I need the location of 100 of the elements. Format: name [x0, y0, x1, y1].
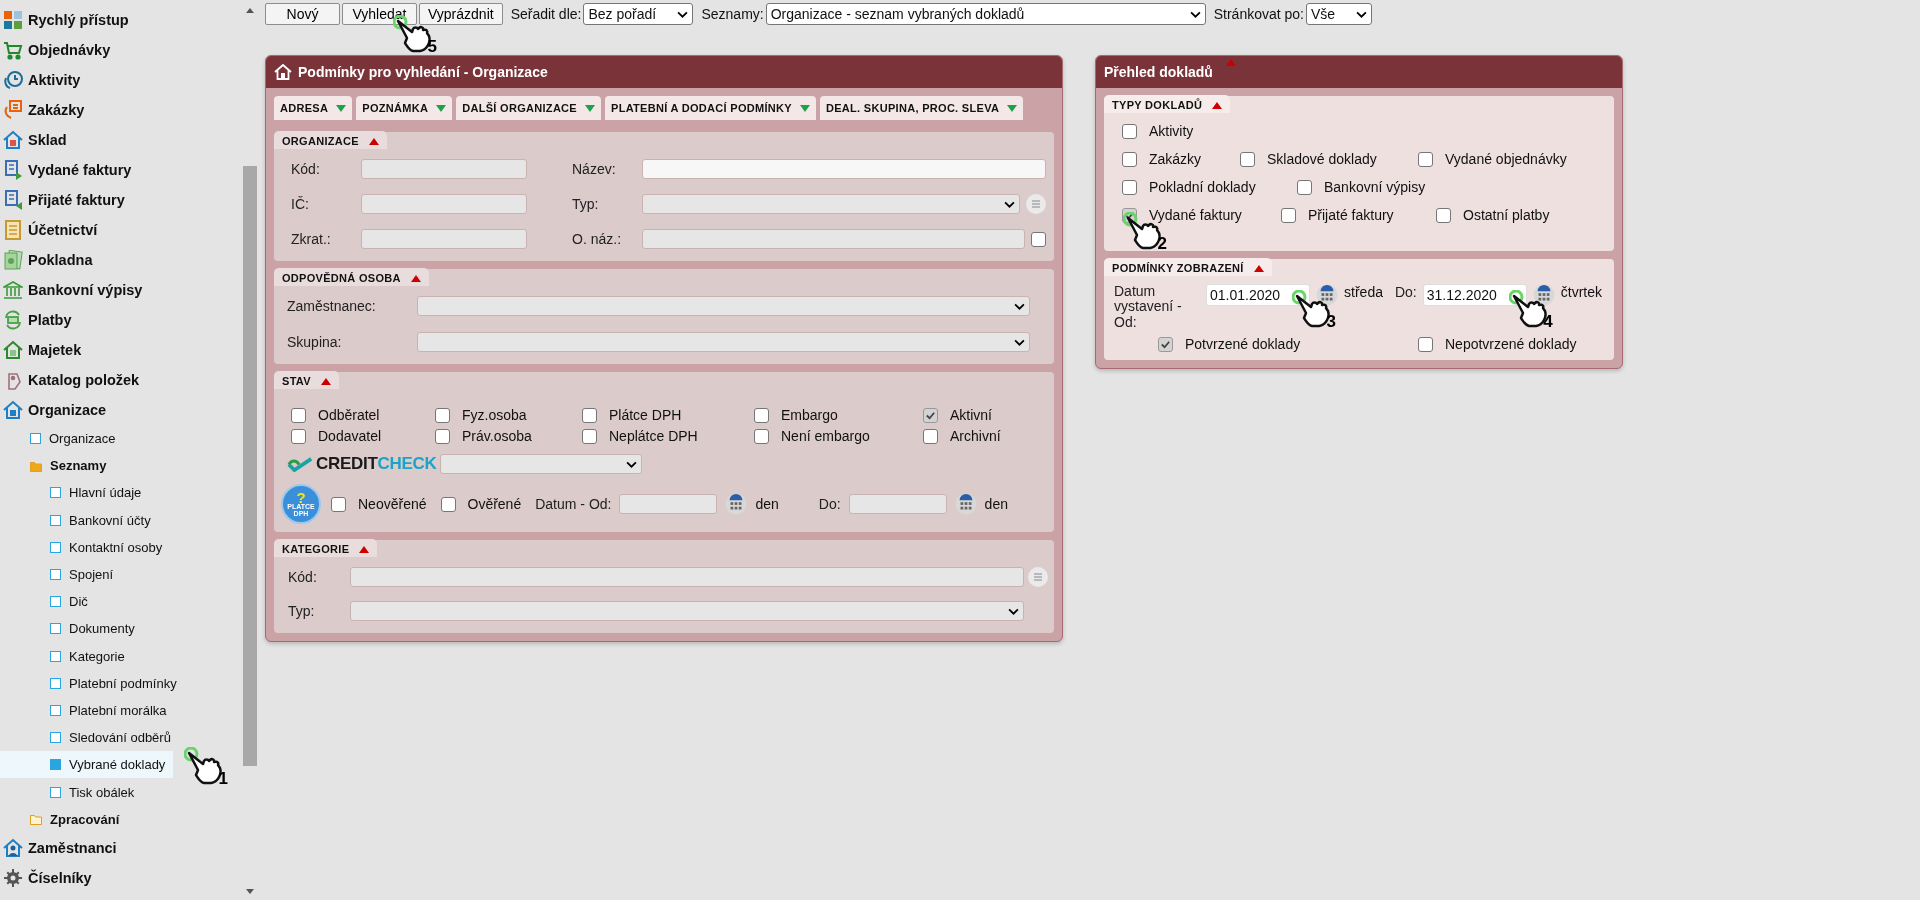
checkbox[interactable]: [1297, 179, 1312, 195]
tree-item[interactable]: Bankovní účty: [0, 506, 159, 534]
checkbox[interactable]: [1418, 336, 1433, 352]
checkbox[interactable]: [1418, 151, 1433, 167]
calendar-icon[interactable]: [1316, 284, 1339, 306]
checkbox-label: Fyz.osoba: [462, 407, 527, 423]
calendar-icon[interactable]: [1532, 284, 1555, 306]
checkbox[interactable]: [1436, 207, 1451, 223]
sidebar-item[interactable]: Katalog položek: [0, 365, 242, 395]
tree-folder[interactable]: Zpracování: [0, 805, 242, 833]
tree-item[interactable]: Vybrané doklady: [0, 751, 174, 779]
toolbar-button[interactable]: Vyprázdnit: [419, 3, 503, 25]
sidebar-item[interactable]: Číselníky: [0, 862, 242, 893]
sidebar-item[interactable]: Vydané faktury: [0, 155, 242, 185]
checkbox[interactable]: [1122, 123, 1137, 139]
toolbar-button[interactable]: Nový: [265, 3, 340, 25]
tree-item[interactable]: Kontaktní osoby: [0, 533, 171, 561]
date-field[interactable]: [848, 494, 947, 514]
tiles-icon: [3, 10, 23, 30]
tree-item[interactable]: Tisk obálek: [0, 778, 143, 806]
field-label: Zkrat.:: [291, 231, 332, 247]
section-tab[interactable]: DALŠÍ ORGANIZACE: [456, 96, 601, 120]
date-field[interactable]: 01.01.2020: [1206, 284, 1311, 306]
section-tab[interactable]: POZNÁMKA: [356, 96, 453, 120]
sidebar-item[interactable]: Přijaté faktury: [0, 185, 242, 215]
dropdown-label: Seřadit dle:: [510, 6, 582, 22]
collapse-arrow-icon[interactable]: [1253, 264, 1264, 272]
checkbox[interactable]: [435, 428, 450, 444]
toolbar-button[interactable]: Vyhledat: [342, 3, 417, 25]
checkbox[interactable]: [923, 428, 938, 444]
tree-item[interactable]: Platební podmínky: [0, 669, 185, 697]
checkbox[interactable]: [582, 428, 597, 444]
checkbox[interactable]: [291, 428, 306, 444]
tree-item[interactable]: Dokumenty: [0, 615, 143, 643]
text-field[interactable]: [361, 159, 527, 179]
square-icon: [50, 759, 61, 771]
collapse-arrow-icon[interactable]: [320, 377, 331, 385]
tree-item[interactable]: Organizace: [0, 425, 242, 453]
sidebar-item[interactable]: Platby: [0, 305, 242, 335]
collapse-arrow-icon[interactable]: [368, 137, 379, 145]
tree-item[interactable]: Platební morálka: [0, 696, 175, 725]
sidebar-item[interactable]: Sklad: [0, 125, 242, 155]
checkbox[interactable]: [291, 407, 306, 423]
checkbox[interactable]: [435, 407, 450, 423]
sidebar-item[interactable]: Zaměstnanci: [0, 832, 242, 863]
text-field[interactable]: [350, 567, 1024, 587]
creditcheck-logo: CREDITCHECK: [286, 454, 437, 474]
checkbox[interactable]: [1281, 207, 1296, 223]
house-icon: [3, 400, 23, 420]
sidebar-item[interactable]: Účetnictví: [0, 215, 242, 245]
field-label: Do:: [818, 496, 841, 512]
date-field[interactable]: [619, 494, 718, 514]
text-field[interactable]: [642, 159, 1046, 179]
text-field[interactable]: [361, 194, 527, 214]
scrollbar-thumb[interactable]: [243, 166, 257, 766]
checkbox[interactable]: [923, 407, 938, 423]
collapse-arrow-icon[interactable]: [359, 545, 370, 553]
checkbox[interactable]: [582, 407, 597, 423]
dropdown[interactable]: Bez pořadí: [583, 3, 694, 25]
collapse-arrow-icon[interactable]: [1212, 101, 1223, 109]
sidebar-item[interactable]: Objednávky: [0, 35, 242, 65]
tree-folder[interactable]: Seznamy: [0, 452, 242, 480]
dropdown[interactable]: Vše: [1306, 3, 1372, 25]
checkbox[interactable]: [1158, 336, 1173, 352]
text-field[interactable]: [361, 229, 527, 249]
sidebar-item[interactable]: Rychlý přístup: [0, 5, 242, 35]
collapse-arrow-icon[interactable]: [410, 274, 421, 282]
tree-item[interactable]: Hlavní údaje: [0, 479, 150, 507]
tree-item[interactable]: Sledování odběrů: [0, 724, 179, 752]
date-field[interactable]: 31.12.2020: [1422, 284, 1527, 306]
checkbox[interactable]: [1122, 151, 1137, 167]
checkbox-label: Vydané objednávky: [1445, 151, 1567, 167]
sidebar-item[interactable]: Aktivity: [0, 65, 242, 95]
sidebar-item[interactable]: Pokladna: [0, 245, 242, 275]
sidebar-item[interactable]: Organizace: [0, 395, 242, 425]
dropdown[interactable]: Organizace - seznam vybraných dokladů: [765, 3, 1206, 25]
square-icon: [50, 786, 61, 798]
tree-item[interactable]: Kategorie: [0, 642, 133, 670]
checkbox[interactable]: [440, 496, 456, 512]
checkbox[interactable]: [1122, 179, 1137, 195]
section-tab[interactable]: DEAL. SKUPINA, PROC. SLEVA: [819, 96, 1024, 120]
checkbox[interactable]: [754, 428, 769, 444]
checkbox[interactable]: [1031, 231, 1046, 247]
checkbox-label: Potvrzené doklady: [1185, 336, 1301, 353]
checkbox[interactable]: [1240, 151, 1255, 167]
tree-item[interactable]: Dič: [0, 588, 96, 616]
checkmark-icon: [286, 456, 314, 472]
section-tab[interactable]: PLATEBNÍ A DODACÍ PODMÍNKY: [605, 96, 816, 120]
section-tab[interactable]: ADRESA: [274, 96, 353, 120]
sidebar-item[interactable]: Bankovní výpisy: [0, 275, 242, 305]
scroll-down-icon[interactable]: [246, 889, 254, 894]
square-icon: [50, 677, 61, 689]
scroll-up-icon[interactable]: [246, 8, 254, 13]
text-field[interactable]: [642, 229, 1025, 249]
sidebar-item[interactable]: Majetek: [0, 335, 242, 365]
checkbox[interactable]: [754, 407, 769, 423]
square-icon: [50, 623, 61, 635]
sidebar-item[interactable]: Zakázky: [0, 95, 242, 125]
tree-item[interactable]: Spojení: [0, 560, 122, 589]
checkbox[interactable]: [331, 496, 346, 512]
